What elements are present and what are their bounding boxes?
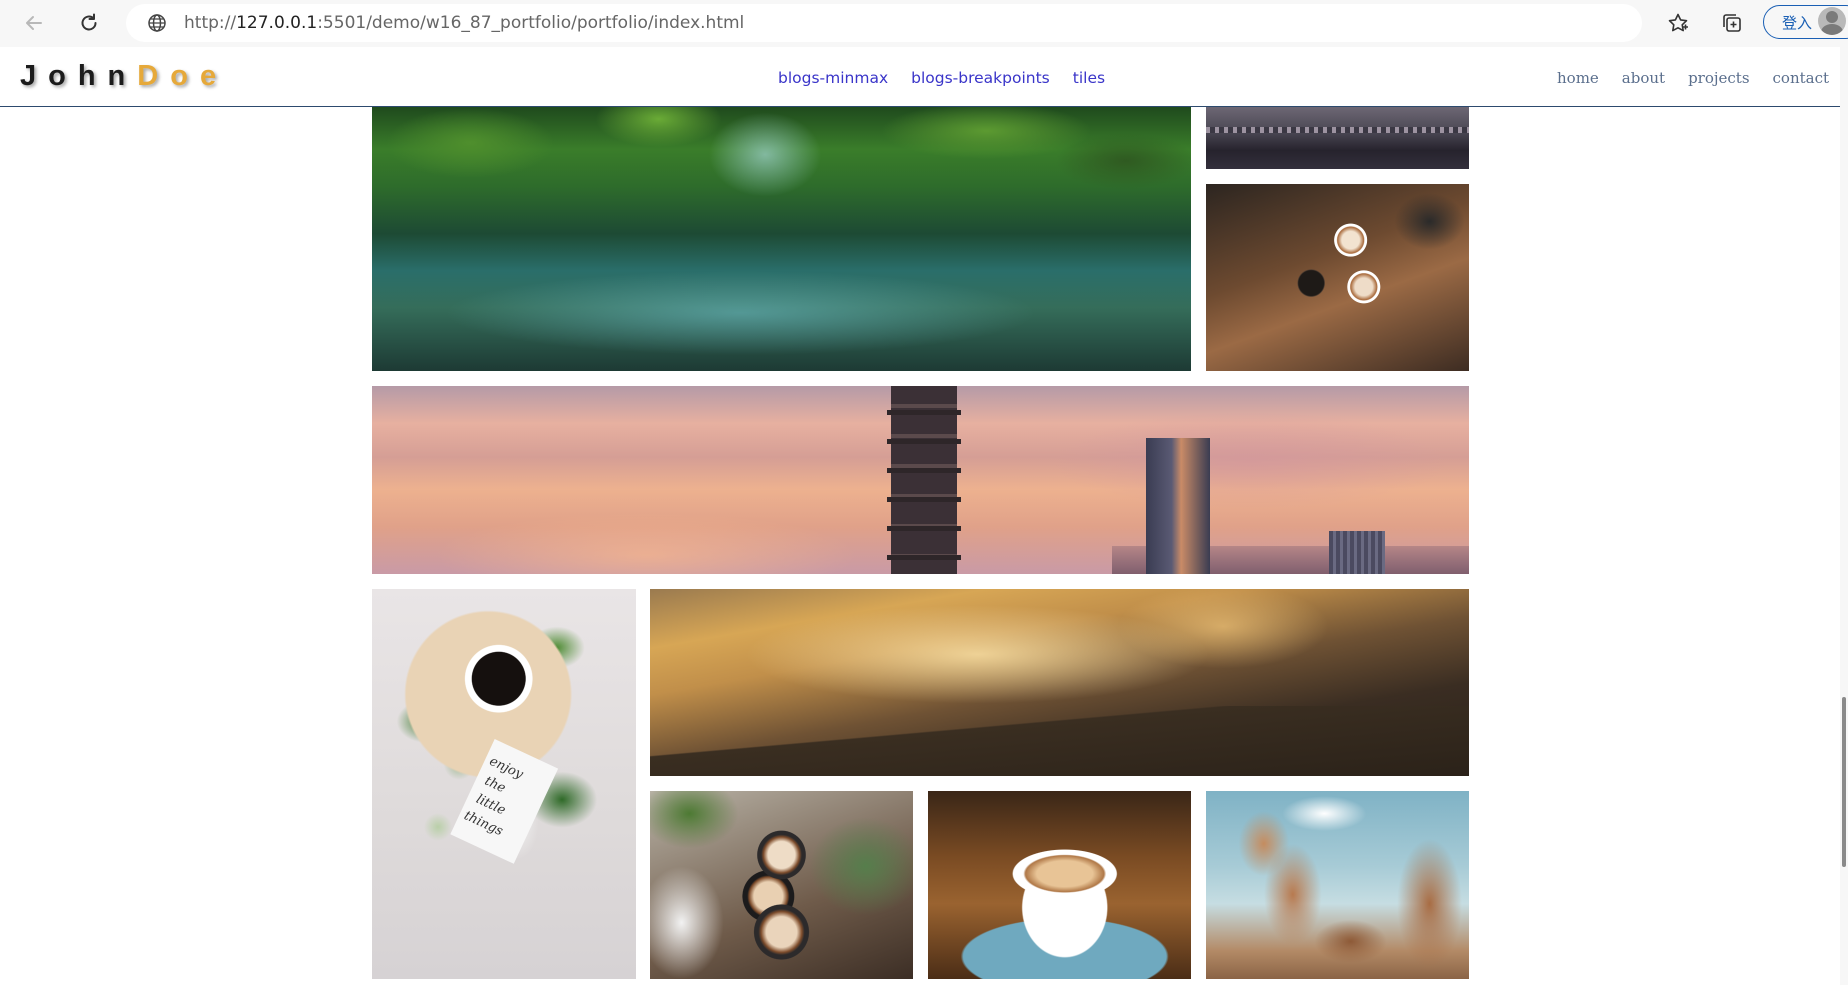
center-nav: blogs-minmax blogs-breakpoints tiles: [778, 69, 1105, 87]
logo-first: John: [20, 60, 138, 92]
gallery-image-coffee-cheers: [1206, 184, 1469, 371]
gallery-image-latte-blue-saucer: [928, 791, 1191, 979]
url-prefix: http://: [184, 13, 237, 33]
gallery-image-bridge-night: [1206, 107, 1469, 169]
nav-link-contact[interactable]: contact: [1773, 69, 1830, 87]
site-info-icon[interactable]: [146, 12, 168, 34]
scrollbar-thumb[interactable]: [1842, 697, 1846, 867]
nav-link-blogs-breakpoints[interactable]: blogs-breakpoints: [911, 69, 1050, 87]
main-nav: home about projects contact: [1557, 69, 1829, 87]
profile-avatar-icon[interactable]: [1818, 7, 1846, 35]
url-host: 127.0.0.1: [236, 13, 318, 33]
building-silhouette: [1329, 531, 1385, 574]
site-logo[interactable]: JohnDoe: [20, 60, 228, 93]
url-text[interactable]: http://127.0.0.1:5501/demo/w16_87_portfo…: [184, 13, 744, 33]
gallery-image-rock-formations: [1206, 791, 1469, 979]
browser-toolbar: http://127.0.0.1:5501/demo/w16_87_portfo…: [0, 0, 1848, 47]
address-bar[interactable]: http://127.0.0.1:5501/demo/w16_87_portfo…: [126, 4, 1642, 42]
site-header: JohnDoe blogs-minmax blogs-breakpoints t…: [0, 47, 1840, 107]
signin-label: 登入: [1782, 13, 1813, 32]
favorite-star-icon[interactable]: [1664, 9, 1692, 37]
nav-link-tiles[interactable]: tiles: [1073, 69, 1105, 87]
nav-link-blogs-minmax[interactable]: blogs-minmax: [778, 69, 888, 87]
nav-link-home[interactable]: home: [1557, 69, 1599, 87]
nav-link-about[interactable]: about: [1622, 69, 1665, 87]
gallery-image-mountain-sunset: [650, 589, 1469, 776]
gallery-image-taipei-skyline: [372, 386, 1469, 574]
reload-icon[interactable]: [75, 9, 103, 37]
tower-silhouette: [887, 386, 961, 574]
gallery-image-coffee-table-flatlay: enjoy the little things: [372, 589, 636, 979]
nav-link-projects[interactable]: projects: [1688, 69, 1749, 87]
page-scrollbar[interactable]: [1840, 47, 1848, 985]
url-path: :5501/demo/w16_87_portfolio/portfolio/in…: [317, 13, 745, 33]
gallery-image-latte-plants: [650, 791, 913, 979]
skyscraper-silhouette: [1146, 438, 1210, 574]
back-arrow-icon[interactable]: [20, 9, 48, 37]
logo-last: Doe: [137, 60, 229, 92]
note-card-graphic: enjoy the little things: [450, 739, 559, 864]
gallery-image-forest-river: [372, 107, 1191, 371]
collections-icon[interactable]: [1718, 9, 1746, 37]
